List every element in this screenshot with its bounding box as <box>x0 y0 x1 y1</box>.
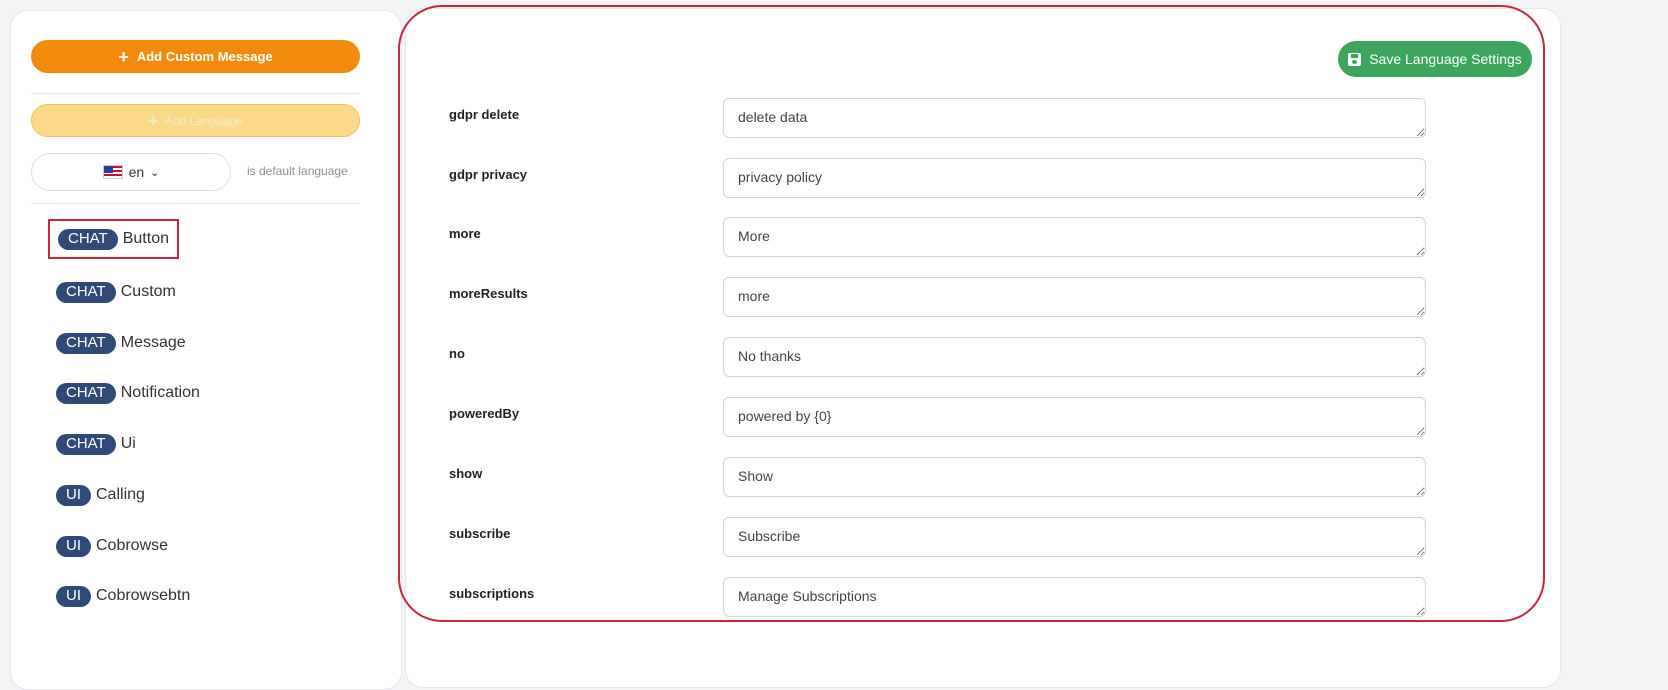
translation-input[interactable]: Show <box>723 457 1426 497</box>
sidebar-item-label: Message <box>120 334 186 351</box>
translation-input[interactable]: powered by {0} <box>723 397 1426 437</box>
sidebar-divider <box>31 203 360 204</box>
field-label: poweredBy <box>449 406 520 421</box>
field-label: subscriptions <box>449 586 535 601</box>
default-language-note: is default language <box>247 164 348 178</box>
field-row: gdpr privacy privacy policy <box>449 158 1429 198</box>
translation-input[interactable]: No thanks <box>723 337 1426 377</box>
field-label: moreResults <box>449 286 528 301</box>
sidebar-item-label: Cobrowsebtn <box>96 587 191 604</box>
sidebar-item-chat-notification[interactable]: CHAT Notification <box>48 373 208 413</box>
field-row: poweredBy powered by {0} <box>449 397 1429 437</box>
add-language-button[interactable]: + Add Language <box>31 104 360 137</box>
translation-input[interactable]: delete data <box>723 98 1426 138</box>
field-row: gdpr delete delete data <box>449 98 1429 138</box>
category-badge: UI <box>56 585 91 607</box>
plus-icon: + <box>118 46 129 67</box>
field-label: more <box>449 226 481 241</box>
field-label: gdpr delete <box>449 107 520 122</box>
sidebar-item-label: Notification <box>120 384 200 401</box>
sidebar-item-chat-custom[interactable]: CHAT Custom <box>48 272 184 312</box>
add-custom-message-button[interactable]: + Add Custom Message <box>31 40 360 73</box>
category-badge: CHAT <box>56 332 116 354</box>
field-row: show Show <box>449 457 1429 497</box>
field-row: more More <box>449 217 1429 257</box>
field-label: show <box>449 466 483 481</box>
save-language-settings-button[interactable]: Save Language Settings <box>1338 41 1532 77</box>
translation-input[interactable]: Subscribe <box>723 517 1426 557</box>
translation-input[interactable]: More <box>723 217 1426 257</box>
sidebar-item-chat-button[interactable]: CHAT Button <box>48 219 179 259</box>
field-row: moreResults more <box>449 277 1429 317</box>
category-badge: CHAT <box>56 433 116 455</box>
save-label: Save Language Settings <box>1369 51 1522 67</box>
field-row: subscribe Subscribe <box>449 517 1429 557</box>
sidebar-item-label: Calling <box>96 486 145 503</box>
sidebar-divider <box>31 93 360 94</box>
field-label: no <box>449 346 465 361</box>
sidebar-item-label: Button <box>122 230 169 247</box>
sidebar-item-ui-calling[interactable]: UI Calling <box>48 475 153 515</box>
category-badge: UI <box>56 535 91 557</box>
add-language-label: Add Language <box>164 113 243 128</box>
sidebar-item-chat-message[interactable]: CHAT Message <box>48 323 194 363</box>
plus-icon: + <box>148 110 159 131</box>
field-row: no No thanks <box>449 337 1429 377</box>
sidebar-item-label: Custom <box>120 283 176 300</box>
sidebar-item-ui-cobrowsebtn[interactable]: UI Cobrowsebtn <box>48 576 198 616</box>
sidebar-item-label: Cobrowse <box>96 537 169 554</box>
category-badge: CHAT <box>56 382 116 404</box>
category-badge: CHAT <box>56 281 116 303</box>
add-custom-message-label: Add Custom Message <box>136 49 273 64</box>
category-badge: UI <box>56 484 91 506</box>
field-label: subscribe <box>449 526 511 541</box>
field-row: subscriptions Manage Subscriptions <box>449 577 1429 617</box>
language-select[interactable]: en ⌄ <box>31 153 231 191</box>
us-flag-icon <box>102 165 123 179</box>
translation-input[interactable]: Manage Subscriptions <box>723 577 1426 617</box>
category-badge: CHAT <box>58 228 118 250</box>
sidebar-item-chat-ui[interactable]: CHAT Ui <box>48 424 144 464</box>
chevron-down-icon: ⌄ <box>150 166 160 179</box>
field-label: gdpr privacy <box>449 167 528 182</box>
language-code: en <box>128 164 145 180</box>
sidebar-item-ui-cobrowse[interactable]: UI Cobrowse <box>48 526 176 566</box>
translation-input[interactable]: more <box>723 277 1426 317</box>
sidebar-item-label: Ui <box>120 435 136 452</box>
translation-input[interactable]: privacy policy <box>723 158 1426 198</box>
floppy-disk-icon <box>1348 52 1362 66</box>
